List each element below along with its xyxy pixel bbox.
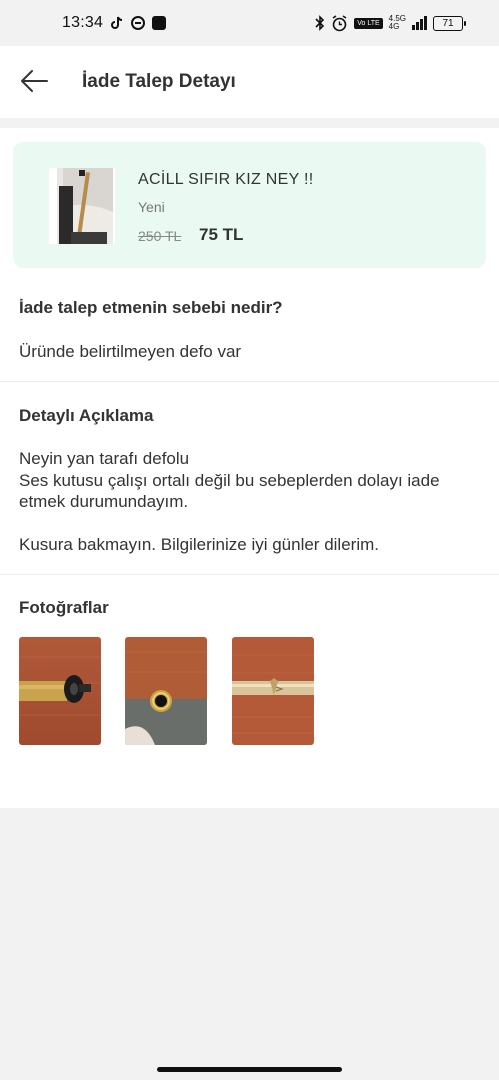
- details-label: Detaylı Açıklama: [19, 406, 154, 425]
- status-time: 13:34: [62, 14, 104, 31]
- network-type-bottom: 4G: [388, 22, 400, 31]
- product-card[interactable]: ACİLL SIFIR KIZ NEY !! Yeni 250 TL 75 TL: [13, 142, 486, 268]
- product-title: ACİLL SIFIR KIZ NEY !!: [138, 171, 314, 188]
- product-old-price: 250 TL: [138, 228, 182, 244]
- product-new-price: 75 TL: [199, 225, 244, 244]
- alarm-icon: [331, 14, 348, 32]
- product-condition: Yeni: [138, 199, 165, 215]
- page-title: İade Talep Detayı: [82, 71, 236, 92]
- back-button[interactable]: [20, 68, 50, 94]
- status-bar: 13:34 Vo LTE 4.5G 4G 71: [0, 0, 499, 46]
- battery-level: 71: [442, 17, 454, 29]
- reason-value: Üründe belirtilmeyen defo var: [19, 342, 242, 361]
- app-header: İade Talep Detayı: [0, 46, 499, 118]
- bluetooth-icon: [315, 15, 325, 31]
- battery-icon: 71: [433, 15, 466, 31]
- photos-label: Fotoğraflar: [19, 598, 109, 617]
- request-detail-content: ACİLL SIFIR KIZ NEY !! Yeni 250 TL 75 TL…: [0, 128, 499, 808]
- reason-label: İade talep etmenin sebebi nedir?: [19, 298, 283, 317]
- photo-thumbnail-3[interactable]: [232, 637, 314, 745]
- arrow-left-icon: [21, 70, 48, 92]
- details-line: [19, 513, 479, 535]
- details-line: Neyin yan tarafı defolu: [19, 449, 190, 468]
- photo-thumbnail-2[interactable]: [125, 637, 207, 745]
- home-indicator[interactable]: [157, 1067, 342, 1072]
- details-text: Neyin yan tarafı defolu Ses kutusu çalış…: [19, 448, 479, 556]
- divider: [0, 574, 499, 575]
- product-image: [49, 168, 115, 244]
- status-right: Vo LTE 4.5G 4G 71: [315, 14, 466, 32]
- details-line: Ses kutusu çalışı ortalı değil bu sebepl…: [19, 470, 440, 512]
- network-type: 4.5G 4G: [389, 15, 406, 31]
- status-left: 13:34: [62, 14, 167, 32]
- divider: [0, 381, 499, 382]
- photo-thumbnail-1[interactable]: [19, 637, 101, 745]
- signal-icon: [412, 16, 427, 30]
- tiktok-icon: [110, 16, 124, 30]
- message-icon: [131, 16, 146, 30]
- details-line: Kusura bakmayın. Bilgilerinize iyi günle…: [19, 535, 379, 554]
- app-icon: [152, 16, 167, 30]
- volte-badge: Vo LTE: [354, 17, 383, 29]
